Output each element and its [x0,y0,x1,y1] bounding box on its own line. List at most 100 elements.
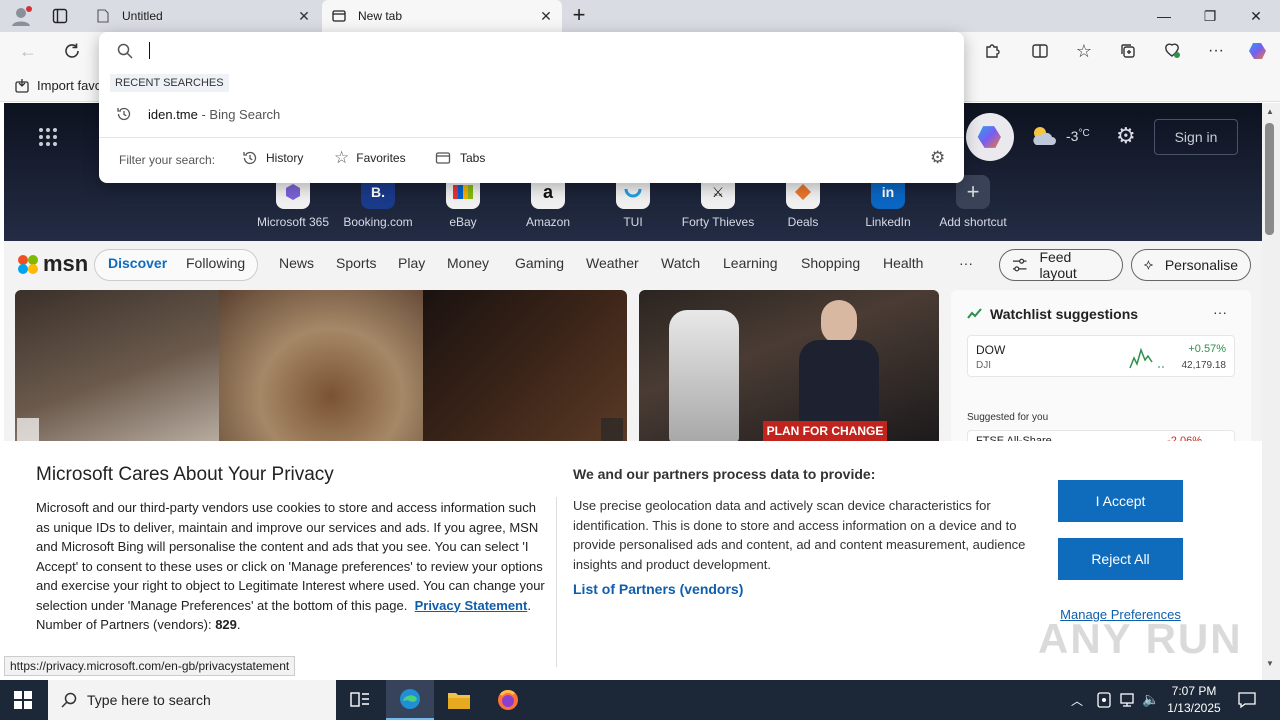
volume-icon[interactable]: 🔈 [1142,691,1159,708]
taskbar-search-box[interactable]: Type here to search [48,680,336,720]
nav-sports[interactable]: Sports [336,255,376,271]
shortcut-amazon[interactable]: a Amazon [508,175,588,229]
scroll-down-icon[interactable]: ▼ [1266,659,1274,668]
clock[interactable]: 7:07 PM 1/13/2025 [1166,683,1222,717]
copilot-button[interactable] [966,113,1014,161]
shortcut-add[interactable]: + Add shortcut [933,175,1013,229]
tab-title: Untitled [122,9,163,23]
nav-gaming[interactable]: Gaming [515,255,564,271]
filter-history[interactable]: History [242,150,303,166]
tray-overflow-icon[interactable]: ︿ [1071,692,1083,709]
filter-tabs[interactable]: Tabs [435,150,485,166]
nav-play[interactable]: Play [398,255,425,271]
file-explorer-icon[interactable] [447,690,471,710]
search-settings-icon[interactable]: ⚙ [930,149,945,166]
privacy-divider [556,497,557,667]
nav-money[interactable]: Money [447,255,489,271]
shortcut-booking[interactable]: B. Booking.com [338,175,418,229]
minimize-button[interactable]: — [1141,0,1187,32]
suggested-label: Suggested for you [967,412,1049,423]
tray-app-icon[interactable] [1097,692,1111,708]
shortcut-linkedin[interactable]: in LinkedIn [848,175,928,229]
msn-butterfly-icon [18,255,38,274]
settings-more-icon[interactable]: ··· [1204,39,1228,63]
weather-icon [1030,125,1056,147]
news-card-1[interactable] [15,290,627,442]
edge-taskbar-icon[interactable] [386,680,434,720]
recent-search-query: iden.tme [148,107,198,122]
copilot-icon[interactable] [1246,39,1270,63]
nav-weather[interactable]: Weather [586,255,639,271]
partners-count: 829 [215,617,237,632]
tab-discover[interactable]: Discover [108,255,167,271]
filter-favorites[interactable]: ☆ Favorites [334,149,406,166]
page-scrollbar[interactable]: ▲ ▼ [1262,103,1280,681]
collections-icon[interactable] [1116,39,1140,63]
shortcut-ebay[interactable]: eBay [423,175,503,229]
carousel-next-icon[interactable] [601,418,623,442]
shortcut-deals[interactable]: Deals [763,175,843,229]
nav-health[interactable]: Health [883,255,923,271]
scroll-thumb[interactable] [1265,123,1274,235]
tab-untitled[interactable]: Untitled ✕ [86,0,320,32]
extensions-icon[interactable] [980,39,1004,63]
news-card-2[interactable]: PLAN FOR CHANGE [639,290,939,442]
shortcut-tui[interactable]: TUI [593,175,673,229]
notifications-icon[interactable] [1238,691,1256,709]
page-settings-icon[interactable]: ⚙ [1116,125,1138,147]
firefox-icon[interactable] [497,689,519,711]
scroll-up-icon[interactable]: ▲ [1266,107,1274,116]
watchlist-more-icon[interactable]: ··· [1213,304,1227,320]
msn-logo[interactable]: msn [16,251,88,277]
news-image-garlic [15,290,219,442]
close-window-button[interactable]: ✕ [1233,0,1279,32]
task-view-icon[interactable] [350,691,370,709]
sign-in-button[interactable]: Sign in [1154,119,1238,155]
tab-new-tab[interactable]: New tab ✕ [322,0,562,32]
feed-layout-button[interactable]: Feed layout [999,249,1123,281]
refresh-icon[interactable] [60,39,84,63]
partners-list-link[interactable]: List of Partners (vendors) [573,581,743,597]
history-icon [243,151,257,165]
weather-temperature[interactable]: -3°C [1066,128,1090,144]
app-launcher-icon[interactable] [38,127,58,147]
split-screen-icon[interactable] [1028,39,1052,63]
recent-search-item[interactable]: iden.tme - Bing Search [99,102,964,128]
close-tab-icon[interactable]: ✕ [538,8,554,24]
shortcut-microsoft-365[interactable]: Microsoft 365 [253,175,333,229]
tab-following[interactable]: Following [186,255,245,271]
msn-navbar: msn Discover Following News Sports Play … [4,241,1262,287]
privacy-title: Microsoft Cares About Your Privacy [36,464,334,485]
stock-value: 42,179.18 [1181,360,1227,371]
tab-actions-icon[interactable] [52,8,68,24]
search-icon [117,43,133,59]
sign-in-label: Sign in [1174,129,1218,145]
nav-learning[interactable]: Learning [723,255,778,271]
nav-news[interactable]: News [279,255,314,271]
stock-row-dow[interactable]: DOW DJI +0.57% 42,179.18 [967,335,1235,377]
reject-all-button[interactable]: Reject All [1058,538,1183,580]
shortcut-forty-thieves[interactable]: ⚔ Forty Thieves [678,175,758,229]
nav-more-icon[interactable]: ··· [959,255,973,271]
close-tab-icon[interactable]: ✕ [296,8,312,24]
news-image-roots [219,290,423,442]
network-icon[interactable] [1118,692,1136,708]
address-input[interactable] [147,41,937,61]
new-tab-button[interactable]: + [568,4,590,27]
browser-essentials-icon[interactable] [1160,39,1184,63]
favorites-icon[interactable]: ☆ [1072,39,1096,63]
personalise-button[interactable]: Personalise [1131,249,1251,281]
accept-button[interactable]: I Accept [1058,480,1183,522]
profile-icon[interactable] [10,5,32,27]
watchlist-card: Watchlist suggestions ··· DOW DJI +0.57%… [951,290,1251,450]
privacy-statement-link[interactable]: Privacy Statement [415,598,528,613]
nav-watch[interactable]: Watch [661,255,700,271]
restore-button[interactable]: ❐ [1187,0,1233,32]
back-icon[interactable]: ← [16,39,40,63]
nav-shopping[interactable]: Shopping [801,255,860,271]
carousel-prev-icon[interactable] [17,418,39,442]
news-image-robot [669,310,739,442]
import-favorites-link[interactable]: Import favo [37,78,102,93]
start-windows-icon[interactable] [14,691,34,711]
history-clock-icon [116,106,132,122]
